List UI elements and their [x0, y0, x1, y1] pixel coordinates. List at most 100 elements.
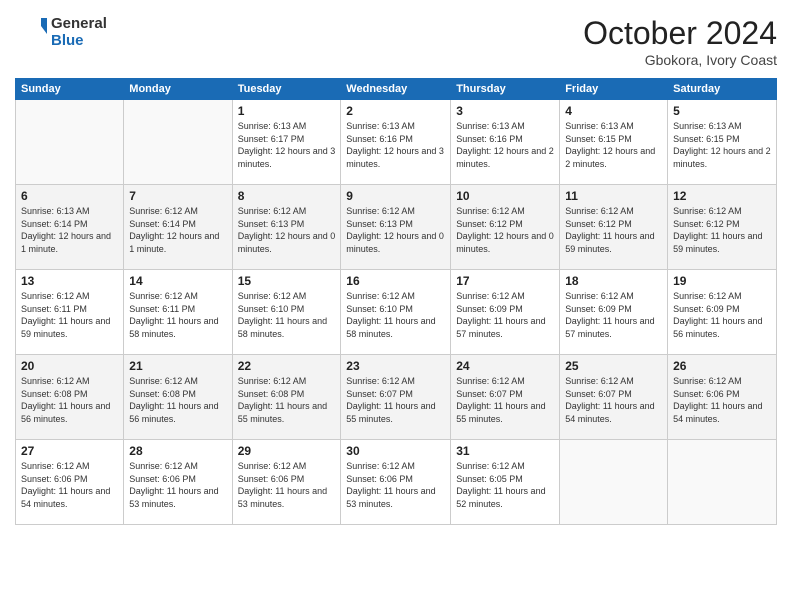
cell-day-number: 30: [346, 444, 445, 458]
cell-info-text: Sunrise: 6:13 AM Sunset: 6:16 PM Dayligh…: [346, 120, 445, 170]
cell-day-number: 2: [346, 104, 445, 118]
calendar-cell: 3Sunrise: 6:13 AM Sunset: 6:16 PM Daylig…: [451, 100, 560, 185]
cell-day-number: 31: [456, 444, 554, 458]
calendar-cell: 22 Sunrise: 6:12 AM Sunset: 6:08 PM Dayli…: [232, 355, 341, 440]
calendar-week-2: 6 Sunrise: 6:13 AM Sunset: 6:14 PM Daylig…: [16, 185, 777, 270]
cell-day-number: 15: [238, 274, 336, 288]
calendar-cell: 14 Sunrise: 6:12 AM Sunset: 6:11 PM Dayli…: [124, 270, 232, 355]
header: General Blue October 2024 Gbokora, Ivory…: [15, 15, 777, 68]
calendar-cell: 10Sunrise: 6:12 AM Sunset: 6:12 PM Dayli…: [451, 185, 560, 270]
cell-info-text: Sunrise: 6:12 AM Sunset: 6:06 PM Dayligh…: [21, 460, 118, 510]
cell-info-text: Sunrise: 6:12 AM Sunset: 6:10 PM Dayligh…: [238, 290, 336, 340]
calendar-cell: 2 Sunrise: 6:13 AM Sunset: 6:16 PM Daylig…: [341, 100, 451, 185]
calendar-week-3: 13 Sunrise: 6:12 AM Sunset: 6:11 PM Dayli…: [16, 270, 777, 355]
calendar-cell: 23 Sunrise: 6:12 AM Sunset: 6:07 PM Dayli…: [341, 355, 451, 440]
calendar-cell: [124, 100, 232, 185]
cell-info-text: Sunrise: 6:13 AM Sunset: 6:16 PM Dayligh…: [456, 120, 554, 170]
cell-day-number: 26: [673, 359, 771, 373]
header-saturday: Saturday: [668, 79, 777, 100]
cell-info-text: Sunrise: 6:12 AM Sunset: 6:08 PM Dayligh…: [21, 375, 118, 425]
calendar-week-4: 20 Sunrise: 6:12 AM Sunset: 6:08 PM Dayli…: [16, 355, 777, 440]
calendar-cell: 27 Sunrise: 6:12 AM Sunset: 6:06 PM Dayli…: [16, 440, 124, 525]
cell-day-number: 16: [346, 274, 445, 288]
title-block: October 2024 Gbokora, Ivory Coast: [583, 15, 777, 68]
cell-day-number: 13: [21, 274, 118, 288]
cell-day-number: 9: [346, 189, 445, 203]
cell-day-number: 29: [238, 444, 336, 458]
calendar-header: Sunday Monday Tuesday Wednesday Thursday…: [16, 79, 777, 100]
cell-day-number: 27: [21, 444, 118, 458]
calendar-cell: [560, 440, 668, 525]
header-wednesday: Wednesday: [341, 79, 451, 100]
cell-day-number: 7: [129, 189, 226, 203]
weekday-row: Sunday Monday Tuesday Wednesday Thursday…: [16, 79, 777, 100]
cell-day-number: 14: [129, 274, 226, 288]
header-tuesday: Tuesday: [232, 79, 341, 100]
cell-day-number: 8: [238, 189, 336, 203]
cell-day-number: 23: [346, 359, 445, 373]
calendar-table: Sunday Monday Tuesday Wednesday Thursday…: [15, 78, 777, 525]
calendar-cell: 11 Sunrise: 6:12 AM Sunset: 6:12 PM Dayli…: [560, 185, 668, 270]
cell-info-text: Sunrise: 6:12 AM Sunset: 6:11 PM Dayligh…: [129, 290, 226, 340]
cell-info-text: Sunrise: 6:12 AM Sunset: 6:07 PM Dayligh…: [346, 375, 445, 425]
calendar-week-1: 1 Sunrise: 6:13 AM Sunset: 6:17 PM Daylig…: [16, 100, 777, 185]
cell-day-number: 20: [21, 359, 118, 373]
cell-info-text: Sunrise: 6:13 AM Sunset: 6:15 PM Dayligh…: [673, 120, 771, 170]
calendar-cell: 25 Sunrise: 6:12 AM Sunset: 6:07 PM Dayli…: [560, 355, 668, 440]
calendar-cell: 30 Sunrise: 6:12 AM Sunset: 6:06 PM Dayli…: [341, 440, 451, 525]
cell-info-text: Sunrise: 6:12 AM Sunset: 6:05 PM Dayligh…: [456, 460, 554, 510]
calendar-cell: [16, 100, 124, 185]
logo-text-blue: Blue: [51, 32, 107, 49]
cell-day-number: 24: [456, 359, 554, 373]
cell-day-number: 5: [673, 104, 771, 118]
cell-day-number: 25: [565, 359, 662, 373]
cell-info-text: Sunrise: 6:12 AM Sunset: 6:13 PM Dayligh…: [238, 205, 336, 255]
cell-info-text: Sunrise: 6:12 AM Sunset: 6:12 PM Dayligh…: [673, 205, 771, 255]
calendar-cell: 7 Sunrise: 6:12 AM Sunset: 6:14 PM Daylig…: [124, 185, 232, 270]
cell-info-text: Sunrise: 6:13 AM Sunset: 6:14 PM Dayligh…: [21, 205, 118, 255]
cell-info-text: Sunrise: 6:12 AM Sunset: 6:06 PM Dayligh…: [129, 460, 226, 510]
cell-day-number: 6: [21, 189, 118, 203]
calendar-cell: 5 Sunrise: 6:13 AM Sunset: 6:15 PM Daylig…: [668, 100, 777, 185]
calendar-cell: 18Sunrise: 6:12 AM Sunset: 6:09 PM Dayli…: [560, 270, 668, 355]
calendar-cell: 20 Sunrise: 6:12 AM Sunset: 6:08 PM Dayli…: [16, 355, 124, 440]
cell-info-text: Sunrise: 6:12 AM Sunset: 6:06 PM Dayligh…: [346, 460, 445, 510]
cell-info-text: Sunrise: 6:12 AM Sunset: 6:09 PM Dayligh…: [456, 290, 554, 340]
page: General Blue October 2024 Gbokora, Ivory…: [0, 0, 792, 612]
calendar-cell: 9Sunrise: 6:12 AM Sunset: 6:13 PM Daylig…: [341, 185, 451, 270]
cell-day-number: 19: [673, 274, 771, 288]
cell-info-text: Sunrise: 6:12 AM Sunset: 6:08 PM Dayligh…: [129, 375, 226, 425]
cell-info-text: Sunrise: 6:13 AM Sunset: 6:17 PM Dayligh…: [238, 120, 336, 170]
header-sunday: Sunday: [16, 79, 124, 100]
cell-day-number: 1: [238, 104, 336, 118]
calendar-cell: 8 Sunrise: 6:12 AM Sunset: 6:13 PM Daylig…: [232, 185, 341, 270]
calendar-cell: 15 Sunrise: 6:12 AM Sunset: 6:10 PM Dayli…: [232, 270, 341, 355]
cell-info-text: Sunrise: 6:12 AM Sunset: 6:08 PM Dayligh…: [238, 375, 336, 425]
calendar-body: 1 Sunrise: 6:13 AM Sunset: 6:17 PM Daylig…: [16, 100, 777, 525]
cell-info-text: Sunrise: 6:12 AM Sunset: 6:12 PM Dayligh…: [565, 205, 662, 255]
cell-info-text: Sunrise: 6:12 AM Sunset: 6:07 PM Dayligh…: [565, 375, 662, 425]
cell-day-number: 10: [456, 189, 554, 203]
calendar-cell: 6 Sunrise: 6:13 AM Sunset: 6:14 PM Daylig…: [16, 185, 124, 270]
cell-day-number: 11: [565, 189, 662, 203]
calendar-cell: 16Sunrise: 6:12 AM Sunset: 6:10 PM Dayli…: [341, 270, 451, 355]
cell-day-number: 17: [456, 274, 554, 288]
cell-info-text: Sunrise: 6:12 AM Sunset: 6:09 PM Dayligh…: [565, 290, 662, 340]
calendar-cell: 1 Sunrise: 6:13 AM Sunset: 6:17 PM Daylig…: [232, 100, 341, 185]
cell-day-number: 22: [238, 359, 336, 373]
cell-day-number: 21: [129, 359, 226, 373]
calendar-cell: 31 Sunrise: 6:12 AM Sunset: 6:05 PM Dayli…: [451, 440, 560, 525]
month-title: October 2024: [583, 15, 777, 52]
calendar-cell: 21 Sunrise: 6:12 AM Sunset: 6:08 PM Dayli…: [124, 355, 232, 440]
calendar-cell: 13Sunrise: 6:12 AM Sunset: 6:11 PM Dayli…: [16, 270, 124, 355]
header-friday: Friday: [560, 79, 668, 100]
logo-text-general: General: [51, 15, 107, 32]
cell-day-number: 12: [673, 189, 771, 203]
cell-info-text: Sunrise: 6:12 AM Sunset: 6:09 PM Dayligh…: [673, 290, 771, 340]
calendar-cell: 12 Sunrise: 6:12 AM Sunset: 6:12 PM Dayli…: [668, 185, 777, 270]
header-monday: Monday: [124, 79, 232, 100]
header-thursday: Thursday: [451, 79, 560, 100]
cell-info-text: Sunrise: 6:12 AM Sunset: 6:14 PM Dayligh…: [129, 205, 226, 255]
calendar-cell: 26Sunrise: 6:12 AM Sunset: 6:06 PM Dayli…: [668, 355, 777, 440]
cell-day-number: 28: [129, 444, 226, 458]
